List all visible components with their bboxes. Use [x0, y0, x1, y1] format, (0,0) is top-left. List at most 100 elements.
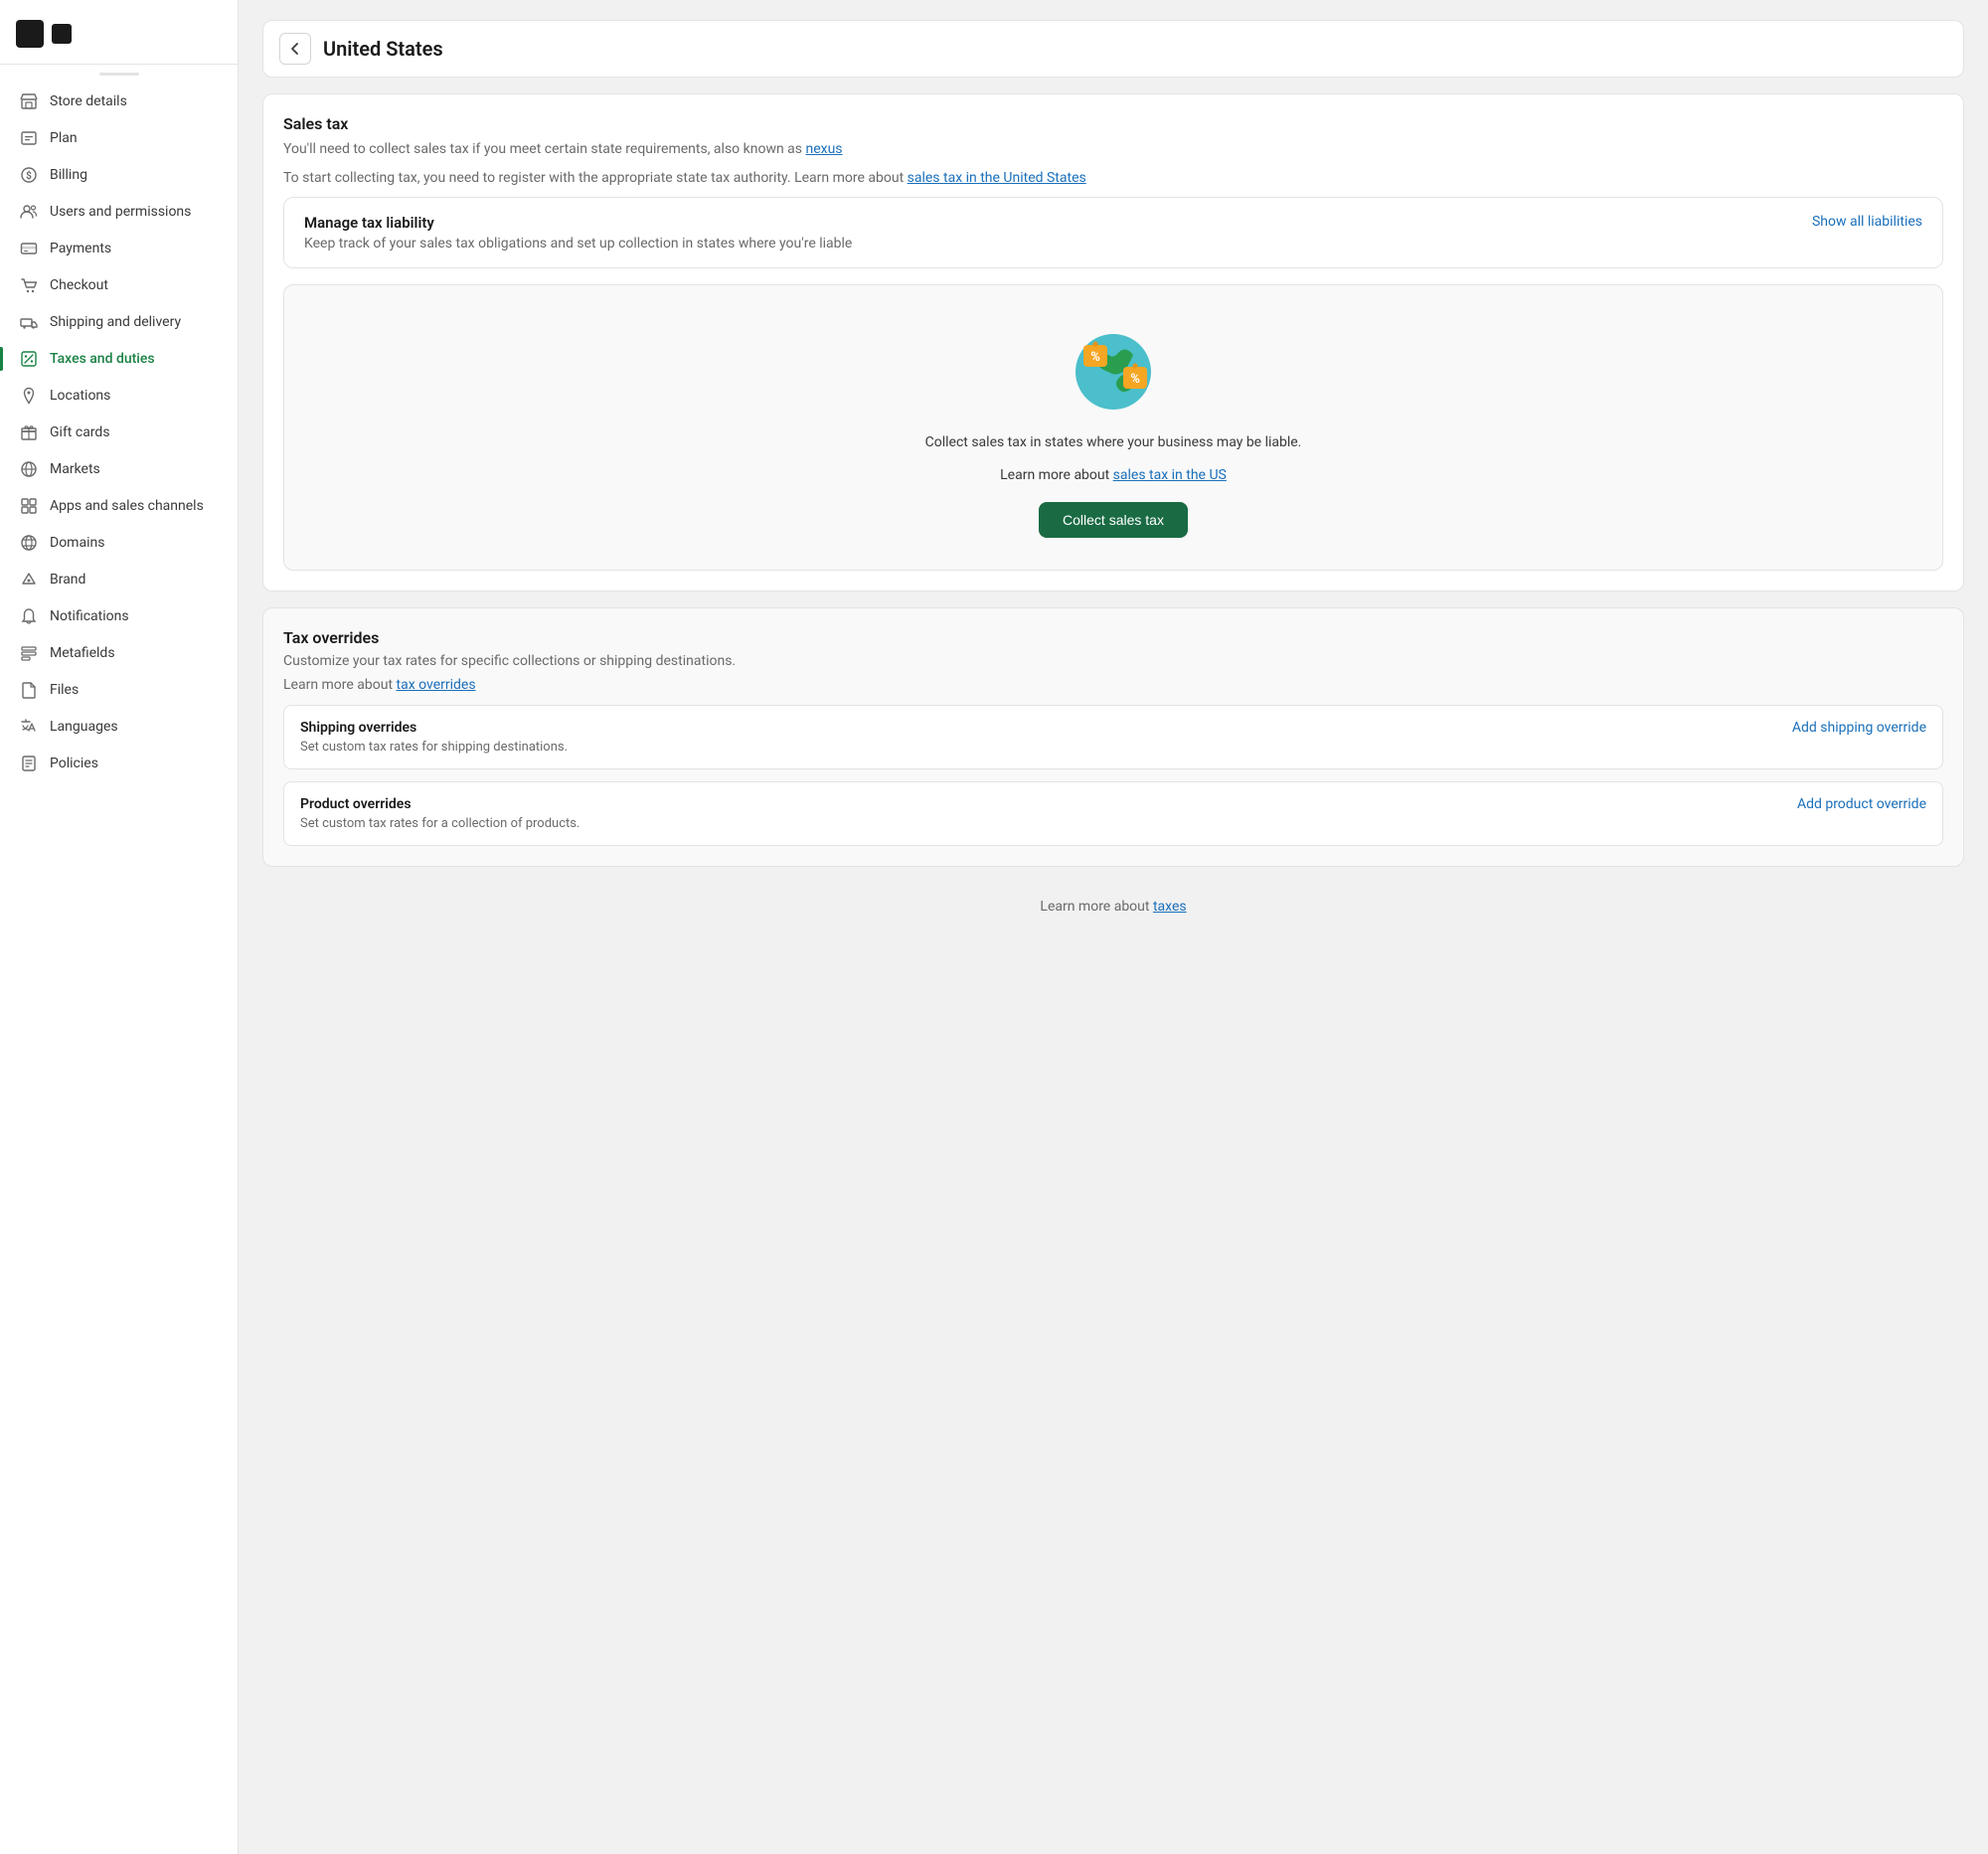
tax-overrides-section: Tax overrides Customize your tax rates f… [262, 607, 1964, 867]
footer: Learn more about taxes [262, 883, 1964, 930]
languages-icon [20, 718, 38, 736]
shipping-overrides-desc: Set custom tax rates for shipping destin… [300, 740, 568, 755]
sales-tax-title: Sales tax [283, 114, 1943, 133]
collect-text-line2: Learn more about sales tax in the US [1000, 465, 1227, 486]
footer-taxes-link[interactable]: taxes [1153, 899, 1187, 915]
sidebar-item-label: Languages [50, 719, 118, 735]
notifications-icon [20, 607, 38, 625]
sidebar-item-languages[interactable]: Languages [8, 709, 230, 745]
sidebar-item-notifications[interactable]: Notifications [8, 598, 230, 634]
logo-small [52, 24, 72, 44]
tax-overrides-title: Tax overrides [283, 628, 1943, 647]
main-content: United States Sales tax You'll need to c… [239, 0, 1988, 1854]
sidebar-item-plan[interactable]: Plan [8, 120, 230, 156]
svg-text:$: $ [26, 169, 32, 182]
tax-overrides-link[interactable]: tax overrides [397, 677, 476, 693]
collect-sales-tax-button[interactable]: Collect sales tax [1039, 502, 1188, 538]
plan-icon [20, 129, 38, 147]
shipping-overrides-item: Shipping overrides Set custom tax rates … [283, 705, 1943, 769]
sidebar-item-label: Brand [50, 572, 85, 588]
collect-sales-tax-card: % % Collect sales tax in states where yo… [283, 284, 1943, 571]
sales-tax-desc-2: To start collecting tax, you need to reg… [283, 168, 1943, 189]
markets-icon [20, 460, 38, 478]
page-header: United States [262, 20, 1964, 78]
sidebar-item-billing[interactable]: $ Billing [8, 157, 230, 193]
logo-large [16, 20, 44, 48]
tax-overrides-learn: Learn more about tax overrides [283, 677, 1943, 693]
sidebar-nav: Store details Plan $ Billing [0, 84, 238, 781]
policies-icon [20, 755, 38, 772]
product-overrides-desc: Set custom tax rates for a collection of… [300, 816, 580, 831]
sidebar-item-store-details[interactable]: Store details [8, 84, 230, 119]
svg-text:%: % [1090, 350, 1100, 365]
liability-card-title: Manage tax liability [304, 214, 852, 232]
sidebar-item-domains[interactable]: Domains [8, 525, 230, 561]
sidebar-item-label: Locations [50, 388, 110, 404]
sidebar-item-label: Shipping and delivery [50, 314, 181, 330]
sidebar-item-shipping-delivery[interactable]: Shipping and delivery [8, 304, 230, 340]
billing-icon: $ [20, 166, 38, 184]
sidebar-item-metafields[interactable]: Metafields [8, 635, 230, 671]
product-overrides-title: Product overrides [300, 796, 580, 812]
sales-tax-us-link[interactable]: sales tax in the United States [908, 170, 1086, 186]
svg-text:%: % [1130, 372, 1140, 387]
users-icon [20, 203, 38, 221]
page-title: United States [323, 37, 443, 61]
nexus-link[interactable]: nexus [805, 141, 842, 157]
back-button[interactable] [279, 33, 311, 65]
add-product-override-link[interactable]: Add product override [1797, 796, 1926, 812]
payments-icon [20, 240, 38, 257]
sidebar-item-files[interactable]: Files [8, 672, 230, 708]
taxes-icon [20, 350, 38, 368]
sales-tax-section: Sales tax You'll need to collect sales t… [262, 93, 1964, 591]
metafields-icon [20, 644, 38, 662]
product-overrides-item: Product overrides Set custom tax rates f… [283, 781, 1943, 846]
shipping-overrides-title: Shipping overrides [300, 720, 568, 736]
sidebar-item-label: Checkout [50, 277, 108, 293]
manage-tax-liability-card: Manage tax liability Keep track of your … [283, 197, 1943, 268]
globe-illustration: % % [1064, 317, 1163, 417]
sidebar-item-label: Domains [50, 535, 104, 551]
sidebar-item-taxes-duties[interactable]: Taxes and duties [8, 341, 230, 377]
locations-icon [20, 387, 38, 405]
gift-icon [20, 423, 38, 441]
sidebar-item-label: Markets [50, 461, 100, 477]
content-area: Sales tax You'll need to collect sales t… [262, 93, 1964, 930]
files-icon [20, 681, 38, 699]
store-icon [20, 92, 38, 110]
apps-icon [20, 497, 38, 515]
sidebar-item-label: Billing [50, 167, 87, 183]
checkout-icon [20, 276, 38, 294]
sidebar-item-locations[interactable]: Locations [8, 378, 230, 414]
brand-icon [20, 571, 38, 589]
sidebar-item-payments[interactable]: Payments [8, 231, 230, 266]
sidebar-item-label: Users and permissions [50, 204, 191, 220]
domains-icon [20, 534, 38, 552]
sidebar-item-brand[interactable]: Brand [8, 562, 230, 597]
sidebar-item-users-permissions[interactable]: Users and permissions [8, 194, 230, 230]
liability-card-desc: Keep track of your sales tax obligations… [304, 236, 852, 252]
add-shipping-override-link[interactable]: Add shipping override [1792, 720, 1926, 736]
shipping-icon [20, 313, 38, 331]
sidebar-item-label: Files [50, 682, 79, 698]
sidebar-item-label: Apps and sales channels [50, 498, 204, 514]
show-all-liabilities-link[interactable]: Show all liabilities [1812, 214, 1922, 230]
sidebar-header [0, 12, 238, 65]
sidebar-item-label: Payments [50, 241, 111, 256]
sidebar-item-label: Notifications [50, 608, 129, 624]
sidebar-item-markets[interactable]: Markets [8, 451, 230, 487]
sales-tax-us-card-link[interactable]: sales tax in the US [1113, 467, 1227, 483]
sidebar: Store details Plan $ Billing [0, 0, 239, 1854]
sidebar-item-label: Taxes and duties [50, 351, 155, 367]
collect-text-line1: Collect sales tax in states where your b… [925, 432, 1302, 453]
sales-tax-desc-1: You'll need to collect sales tax if you … [283, 139, 1943, 160]
tax-overrides-desc: Customize your tax rates for specific co… [283, 653, 1943, 669]
scroll-indicator [99, 73, 139, 76]
sidebar-item-label: Policies [50, 756, 98, 771]
sidebar-item-checkout[interactable]: Checkout [8, 267, 230, 303]
sidebar-item-label: Metafields [50, 645, 115, 661]
sidebar-item-gift-cards[interactable]: Gift cards [8, 415, 230, 450]
sidebar-item-apps-sales-channels[interactable]: Apps and sales channels [8, 488, 230, 524]
sidebar-item-policies[interactable]: Policies [8, 746, 230, 781]
sidebar-item-label: Store details [50, 93, 127, 109]
